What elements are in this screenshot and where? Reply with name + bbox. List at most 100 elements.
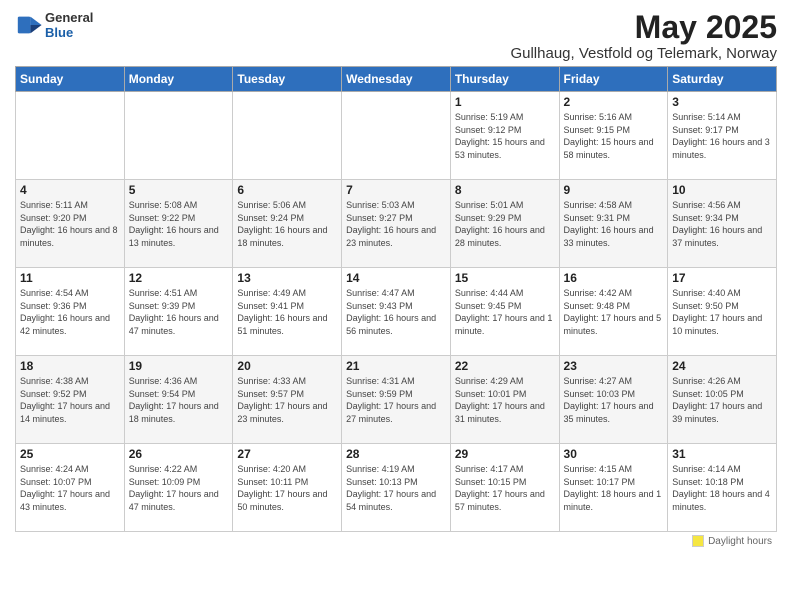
day-info: Sunrise: 4:58 AM Sunset: 9:31 PM Dayligh… xyxy=(564,199,664,249)
legend-box xyxy=(692,535,704,547)
day-info: Sunrise: 4:36 AM Sunset: 9:54 PM Dayligh… xyxy=(129,375,229,425)
day-info: Sunrise: 4:24 AM Sunset: 10:07 PM Daylig… xyxy=(20,463,120,513)
calendar-table: SundayMondayTuesdayWednesdayThursdayFrid… xyxy=(15,66,777,532)
day-info: Sunrise: 4:42 AM Sunset: 9:48 PM Dayligh… xyxy=(564,287,664,337)
calendar-cell xyxy=(16,92,125,180)
day-info: Sunrise: 4:33 AM Sunset: 9:57 PM Dayligh… xyxy=(237,375,337,425)
column-header-friday: Friday xyxy=(559,67,668,92)
calendar-cell: 8Sunrise: 5:01 AM Sunset: 9:29 PM Daylig… xyxy=(450,180,559,268)
calendar-cell: 6 Sunrise: 5:06 AM Sunset: 9:24 PM Daylig… xyxy=(233,180,342,268)
day-info: Sunrise: 4:54 AM Sunset: 9:36 PM Dayligh… xyxy=(20,287,120,337)
calendar-cell: 12Sunrise: 4:51 AM Sunset: 9:39 PM Dayli… xyxy=(124,268,233,356)
calendar-cell: 2 Sunrise: 5:16 AM Sunset: 9:15 PM Daylig… xyxy=(559,92,668,180)
day-number: 22 xyxy=(455,359,555,373)
calendar-cell: 15 Sunrise: 4:44 AM Sunset: 9:45 PM Dayli… xyxy=(450,268,559,356)
logo-text: General Blue xyxy=(45,10,93,40)
day-info: Sunrise: 4:47 AM Sunset: 9:43 PM Dayligh… xyxy=(346,287,446,337)
calendar-cell: 13Sunrise: 4:49 AM Sunset: 9:41 PM Dayli… xyxy=(233,268,342,356)
day-info: Sunrise: 5:06 AM Sunset: 9:24 PM Dayligh… xyxy=(237,199,337,249)
day-number: 9 xyxy=(564,183,664,197)
column-header-saturday: Saturday xyxy=(668,67,777,92)
day-number: 23 xyxy=(564,359,664,373)
calendar-cell: 26 Sunrise: 4:22 AM Sunset: 10:09 PM Dayl… xyxy=(124,444,233,532)
calendar-cell xyxy=(342,92,451,180)
day-number: 28 xyxy=(346,447,446,461)
calendar-cell: 5Sunrise: 5:08 AM Sunset: 9:22 PM Daylig… xyxy=(124,180,233,268)
title-block: May 2025 Gullhaug, Vestfold og Telemark,… xyxy=(510,10,777,62)
day-info: Sunrise: 4:17 AM Sunset: 10:15 PM Daylig… xyxy=(455,463,555,513)
day-number: 2 xyxy=(564,95,664,109)
day-number: 29 xyxy=(455,447,555,461)
day-info: Sunrise: 4:31 AM Sunset: 9:59 PM Dayligh… xyxy=(346,375,446,425)
day-info: Sunrise: 4:27 AM Sunset: 10:03 PM Daylig… xyxy=(564,375,664,425)
calendar-cell: 9 Sunrise: 4:58 AM Sunset: 9:31 PM Daylig… xyxy=(559,180,668,268)
day-info: Sunrise: 4:22 AM Sunset: 10:09 PM Daylig… xyxy=(129,463,229,513)
day-number: 18 xyxy=(20,359,120,373)
subtitle: Gullhaug, Vestfold og Telemark, Norway xyxy=(510,45,777,62)
day-number: 16 xyxy=(564,271,664,285)
day-info: Sunrise: 4:14 AM Sunset: 10:18 PM Daylig… xyxy=(672,463,772,513)
calendar-week-1: 1 Sunrise: 5:19 AM Sunset: 9:12 PM Daylig… xyxy=(16,92,777,180)
calendar-cell: 25 Sunrise: 4:24 AM Sunset: 10:07 PM Dayl… xyxy=(16,444,125,532)
day-info: Sunrise: 5:16 AM Sunset: 9:15 PM Dayligh… xyxy=(564,111,664,161)
day-number: 7 xyxy=(346,183,446,197)
day-info: Sunrise: 4:29 AM Sunset: 10:01 PM Daylig… xyxy=(455,375,555,425)
calendar-cell: 31Sunrise: 4:14 AM Sunset: 10:18 PM Dayl… xyxy=(668,444,777,532)
footer: Daylight hours xyxy=(15,535,777,547)
logo-blue-text: Blue xyxy=(45,25,93,40)
logo-icon xyxy=(15,11,43,39)
day-info: Sunrise: 5:03 AM Sunset: 9:27 PM Dayligh… xyxy=(346,199,446,249)
header: General Blue May 2025 Gullhaug, Vestfold… xyxy=(15,10,777,62)
calendar-header-row: SundayMondayTuesdayWednesdayThursdayFrid… xyxy=(16,67,777,92)
day-info: Sunrise: 4:19 AM Sunset: 10:13 PM Daylig… xyxy=(346,463,446,513)
day-number: 21 xyxy=(346,359,446,373)
day-info: Sunrise: 4:40 AM Sunset: 9:50 PM Dayligh… xyxy=(672,287,772,337)
day-number: 5 xyxy=(129,183,229,197)
day-info: Sunrise: 4:44 AM Sunset: 9:45 PM Dayligh… xyxy=(455,287,555,337)
calendar-cell: 7 Sunrise: 5:03 AM Sunset: 9:27 PM Daylig… xyxy=(342,180,451,268)
day-number: 3 xyxy=(672,95,772,109)
day-number: 17 xyxy=(672,271,772,285)
page: General Blue May 2025 Gullhaug, Vestfold… xyxy=(0,0,792,612)
calendar-cell: 21 Sunrise: 4:31 AM Sunset: 9:59 PM Dayli… xyxy=(342,356,451,444)
day-info: Sunrise: 4:20 AM Sunset: 10:11 PM Daylig… xyxy=(237,463,337,513)
day-number: 1 xyxy=(455,95,555,109)
calendar-cell: 30 Sunrise: 4:15 AM Sunset: 10:17 PM Dayl… xyxy=(559,444,668,532)
calendar-cell: 29 Sunrise: 4:17 AM Sunset: 10:15 PM Dayl… xyxy=(450,444,559,532)
calendar-cell: 4Sunrise: 5:11 AM Sunset: 9:20 PM Daylig… xyxy=(16,180,125,268)
calendar-week-3: 11 Sunrise: 4:54 AM Sunset: 9:36 PM Dayli… xyxy=(16,268,777,356)
day-info: Sunrise: 4:15 AM Sunset: 10:17 PM Daylig… xyxy=(564,463,664,513)
calendar-cell: 3Sunrise: 5:14 AM Sunset: 9:17 PM Daylig… xyxy=(668,92,777,180)
calendar-cell: 24 Sunrise: 4:26 AM Sunset: 10:05 PM Dayl… xyxy=(668,356,777,444)
calendar-cell: 16 Sunrise: 4:42 AM Sunset: 9:48 PM Dayli… xyxy=(559,268,668,356)
day-number: 26 xyxy=(129,447,229,461)
calendar-cell: 23 Sunrise: 4:27 AM Sunset: 10:03 PM Dayl… xyxy=(559,356,668,444)
calendar-cell: 28 Sunrise: 4:19 AM Sunset: 10:13 PM Dayl… xyxy=(342,444,451,532)
day-number: 8 xyxy=(455,183,555,197)
column-header-wednesday: Wednesday xyxy=(342,67,451,92)
calendar-cell: 1 Sunrise: 5:19 AM Sunset: 9:12 PM Daylig… xyxy=(450,92,559,180)
day-number: 15 xyxy=(455,271,555,285)
calendar-week-5: 25 Sunrise: 4:24 AM Sunset: 10:07 PM Dayl… xyxy=(16,444,777,532)
logo-general-text: General xyxy=(45,10,93,25)
day-number: 30 xyxy=(564,447,664,461)
day-info: Sunrise: 4:26 AM Sunset: 10:05 PM Daylig… xyxy=(672,375,772,425)
column-header-sunday: Sunday xyxy=(16,67,125,92)
day-number: 24 xyxy=(672,359,772,373)
calendar-cell: 22 Sunrise: 4:29 AM Sunset: 10:01 PM Dayl… xyxy=(450,356,559,444)
main-title: May 2025 xyxy=(510,10,777,45)
day-info: Sunrise: 5:19 AM Sunset: 9:12 PM Dayligh… xyxy=(455,111,555,161)
day-number: 25 xyxy=(20,447,120,461)
calendar-week-2: 4Sunrise: 5:11 AM Sunset: 9:20 PM Daylig… xyxy=(16,180,777,268)
calendar-cell: 17 Sunrise: 4:40 AM Sunset: 9:50 PM Dayli… xyxy=(668,268,777,356)
day-info: Sunrise: 4:56 AM Sunset: 9:34 PM Dayligh… xyxy=(672,199,772,249)
calendar-cell: 11 Sunrise: 4:54 AM Sunset: 9:36 PM Dayli… xyxy=(16,268,125,356)
day-number: 6 xyxy=(237,183,337,197)
day-info: Sunrise: 4:49 AM Sunset: 9:41 PM Dayligh… xyxy=(237,287,337,337)
day-number: 11 xyxy=(20,271,120,285)
day-info: Sunrise: 4:51 AM Sunset: 9:39 PM Dayligh… xyxy=(129,287,229,337)
calendar-cell: 10Sunrise: 4:56 AM Sunset: 9:34 PM Dayli… xyxy=(668,180,777,268)
day-number: 27 xyxy=(237,447,337,461)
day-info: Sunrise: 5:11 AM Sunset: 9:20 PM Dayligh… xyxy=(20,199,120,249)
calendar-cell: 14Sunrise: 4:47 AM Sunset: 9:43 PM Dayli… xyxy=(342,268,451,356)
